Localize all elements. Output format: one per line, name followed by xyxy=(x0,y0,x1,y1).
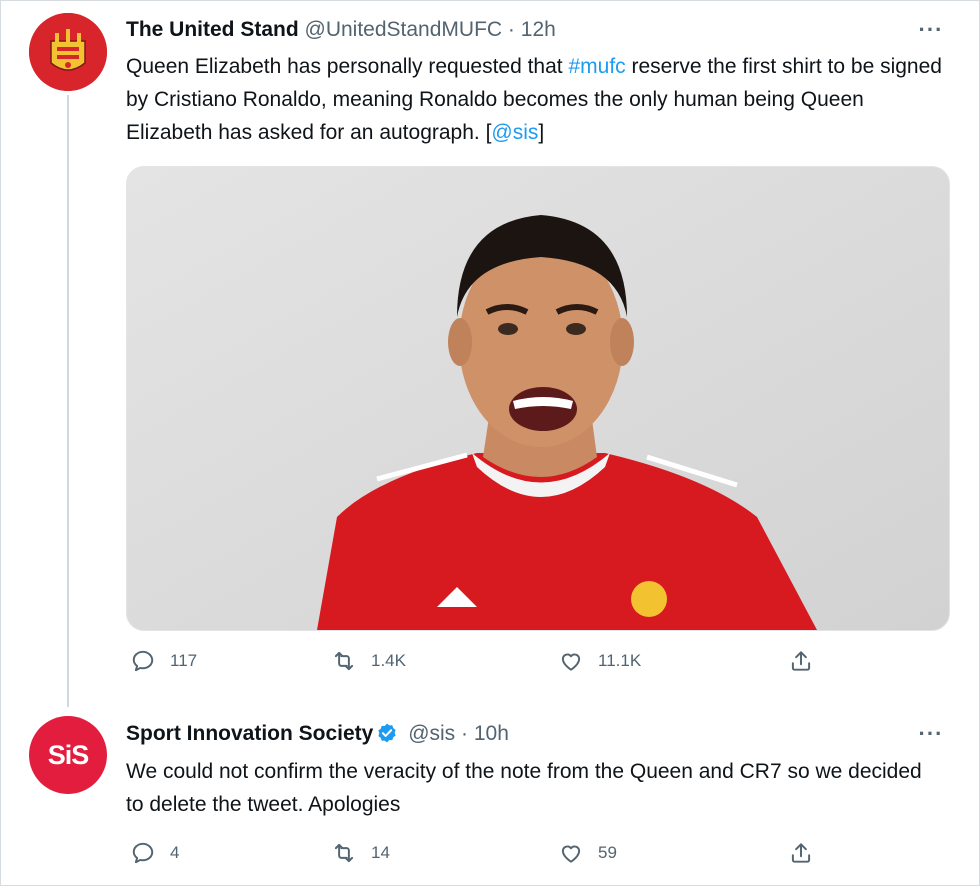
tweet-text-segment: Queen Elizabeth has personally requested… xyxy=(126,55,569,78)
like-count: 11.1K xyxy=(598,651,642,670)
like-button[interactable]: 11.1K xyxy=(558,648,641,674)
like-button[interactable]: 59 xyxy=(558,840,617,866)
avatar-text: SiS xyxy=(47,739,90,770)
avatar-united-stand[interactable] xyxy=(29,13,107,91)
tweet-time[interactable]: 12h xyxy=(521,18,556,41)
tweet-actions-bar: 4 14 59 xyxy=(126,840,966,872)
tweet-actions-bar: 117 1.4K 11.1K xyxy=(126,648,966,680)
like-icon xyxy=(561,845,581,863)
retweet-count: 14 xyxy=(371,843,390,862)
ronaldo-photo xyxy=(127,167,949,630)
reply-icon xyxy=(132,650,154,672)
avatar-sport-innovation-society[interactable]: SiS xyxy=(29,716,107,794)
united-stand-logo-icon xyxy=(29,13,107,91)
reply-icon xyxy=(132,842,154,864)
author-name[interactable]: Sport Innovation Society xyxy=(126,722,373,745)
author-handle[interactable]: @UnitedStandMUFC xyxy=(305,18,503,41)
like-count: 59 xyxy=(598,843,617,862)
share-icon xyxy=(791,843,811,863)
hashtag-link[interactable]: #mufc xyxy=(568,55,625,78)
retweet-button[interactable]: 14 xyxy=(331,840,390,866)
share-button[interactable] xyxy=(788,840,814,866)
meta-separator: · xyxy=(461,722,469,745)
retweet-icon xyxy=(334,843,354,863)
more-icon[interactable]: ··· xyxy=(916,721,946,746)
reply-count: 117 xyxy=(170,651,198,670)
reply-button[interactable]: 117 xyxy=(130,648,197,674)
like-icon xyxy=(561,653,581,671)
tweet-text: We could not confirm the veracity of the… xyxy=(126,760,922,816)
reply-count: 4 xyxy=(170,843,180,862)
author-name[interactable]: The United Stand xyxy=(126,18,299,41)
meta-separator: · xyxy=(507,18,515,41)
author-handle[interactable]: @sis xyxy=(408,722,455,745)
retweet-button[interactable]: 1.4K xyxy=(331,648,406,674)
tweet-time[interactable]: 10h xyxy=(474,722,509,745)
tweet-text: Queen Elizabeth has personally requested… xyxy=(126,50,956,149)
more-icon[interactable]: ··· xyxy=(916,17,946,42)
share-button[interactable] xyxy=(788,648,814,674)
mention-link[interactable]: @sis xyxy=(491,121,538,144)
tweet-media-image[interactable] xyxy=(126,166,950,631)
verified-badge-icon xyxy=(378,723,396,743)
retweet-count: 1.4K xyxy=(371,651,406,670)
thread-connector-line xyxy=(67,95,69,707)
retweet-icon xyxy=(334,651,354,671)
tweet-header: Sport Innovation Society @sis · 10h xyxy=(126,722,509,746)
tweet-text-segment: ] xyxy=(538,121,545,144)
tweet-header: The United Stand @UnitedStandMUFC · 12h xyxy=(126,18,556,42)
share-icon xyxy=(791,651,811,671)
reply-button[interactable]: 4 xyxy=(130,840,179,866)
